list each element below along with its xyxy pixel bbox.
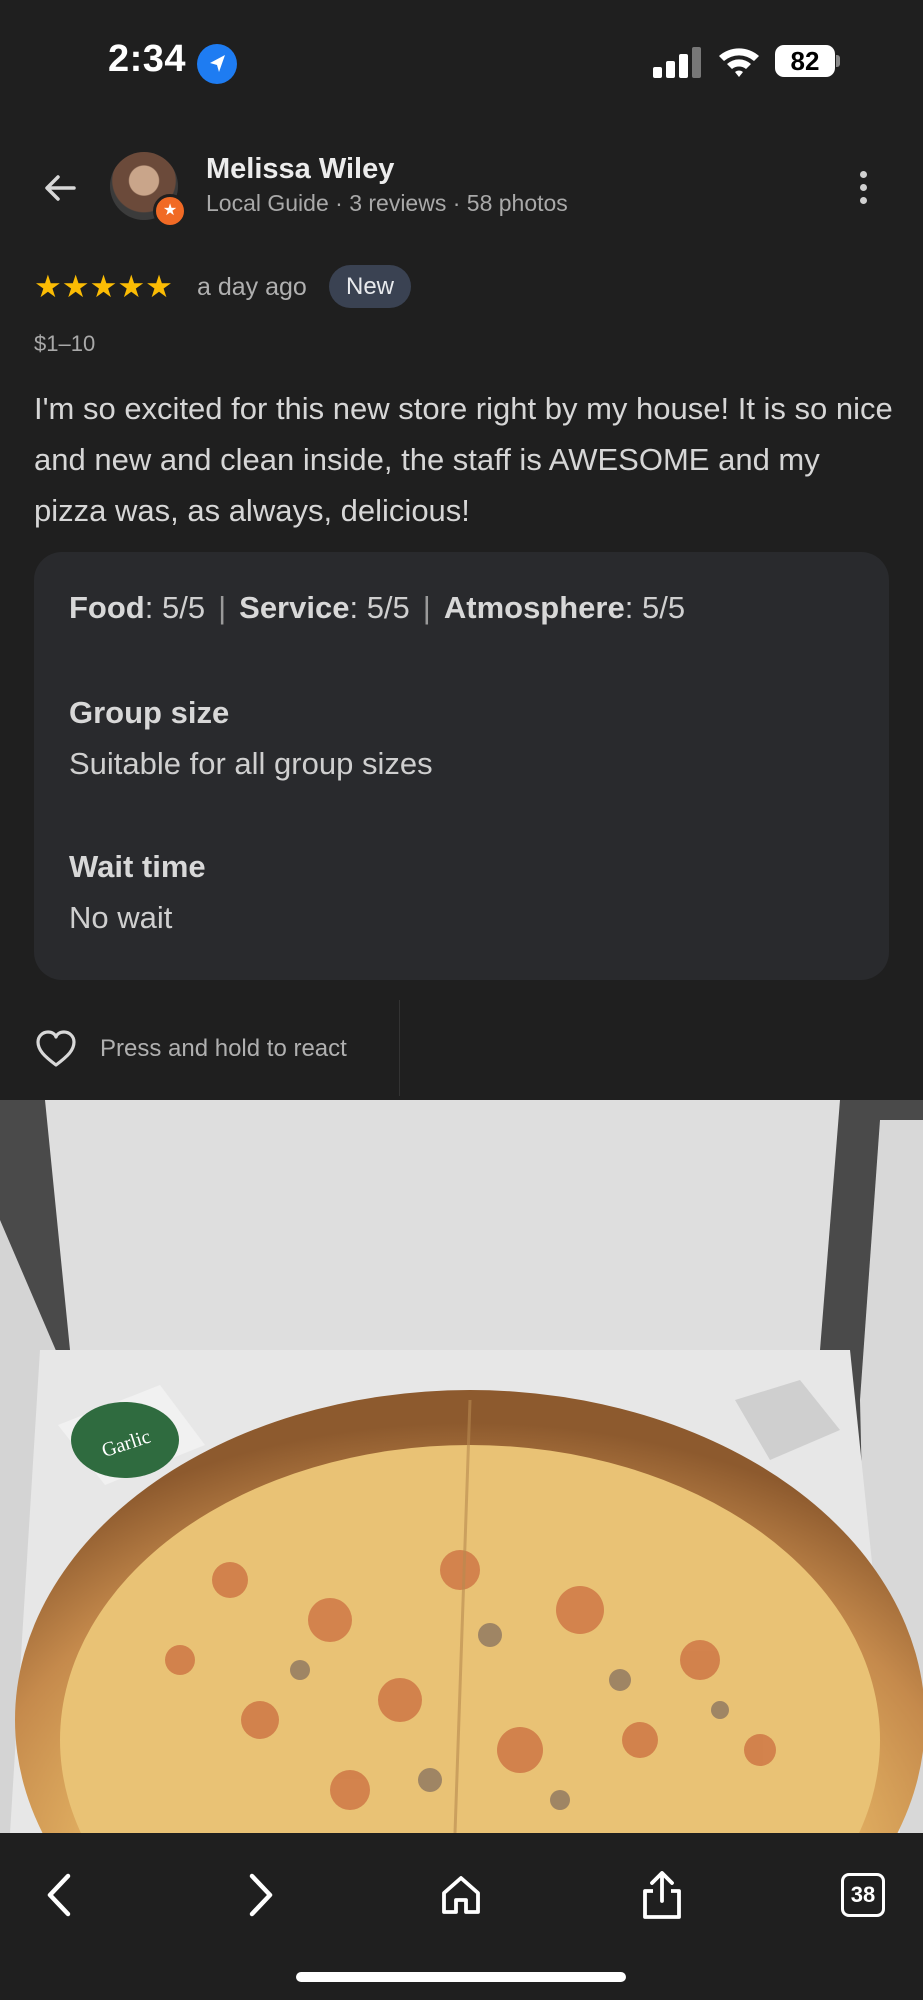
star-rating: ★★★★★: [34, 269, 173, 304]
location-arrow-icon: [197, 44, 237, 84]
battery-icon: 82: [775, 45, 835, 77]
home-icon: [442, 1876, 480, 1914]
separator: |: [422, 590, 431, 625]
home-button[interactable]: [426, 1860, 496, 1930]
cellular-signal-icon: [653, 46, 701, 78]
review-details-card: Food: 5/5 | Service: 5/5 | Atmosphere: 5/5 G…: [34, 552, 889, 980]
chevron-right-icon: [249, 1873, 273, 1917]
share-button[interactable]: [627, 1860, 697, 1930]
react-label: Press and hold to react: [100, 1035, 347, 1062]
share-icon: [643, 1871, 681, 1919]
back-button[interactable]: [30, 160, 90, 216]
react-button[interactable]: Press and hold to react: [34, 1024, 347, 1074]
more-options-button[interactable]: [846, 162, 880, 212]
reviewer-name[interactable]: Melissa Wiley: [206, 153, 394, 186]
new-badge: New: [329, 265, 412, 308]
wait-time-value: No wait: [69, 900, 173, 935]
tabs-count: 38: [841, 1873, 885, 1917]
battery-tip: [836, 55, 840, 67]
arrow-left-icon: [45, 175, 76, 201]
reviewer-meta: Local Guide · 3 reviews · 58 photos: [206, 190, 568, 216]
review-time: a day ago: [197, 273, 307, 301]
food-label: Food: [69, 590, 145, 625]
star-badge-icon: ★: [153, 194, 187, 228]
status-bar: 2:34 82: [0, 0, 923, 125]
more-vertical-icon: [859, 170, 867, 178]
browser-back-button[interactable]: [25, 1860, 95, 1930]
atmosphere-value: : 5/5: [624, 590, 686, 625]
separator: |: [218, 590, 227, 625]
price-range: $1–10: [34, 331, 96, 356]
heart-outline-icon: [36, 1030, 76, 1067]
wait-time-label: Wait time: [69, 849, 206, 884]
status-time: 2:34: [108, 38, 187, 80]
group-size-value: Suitable for all group sizes: [69, 746, 433, 781]
home-indicator[interactable]: [296, 1972, 626, 1982]
review-photo[interactable]: Garlic: [0, 1100, 923, 1833]
service-value: : 5/5: [349, 590, 410, 625]
review-text: I'm so excited for this new store right …: [34, 391, 893, 528]
group-size-label: Group size: [69, 695, 230, 730]
divider: [399, 1000, 400, 1096]
tabs-button[interactable]: 38: [828, 1860, 898, 1930]
atmosphere-label: Atmosphere: [443, 590, 625, 625]
chevron-left-icon: [47, 1873, 71, 1917]
browser-forward-button[interactable]: [225, 1860, 295, 1930]
sub-ratings: Food: 5/5 | Service: 5/5 | Atmosphere: 5/5: [69, 590, 685, 626]
food-value: : 5/5: [144, 590, 206, 625]
wifi-icon: [717, 44, 761, 80]
service-label: Service: [239, 590, 350, 625]
